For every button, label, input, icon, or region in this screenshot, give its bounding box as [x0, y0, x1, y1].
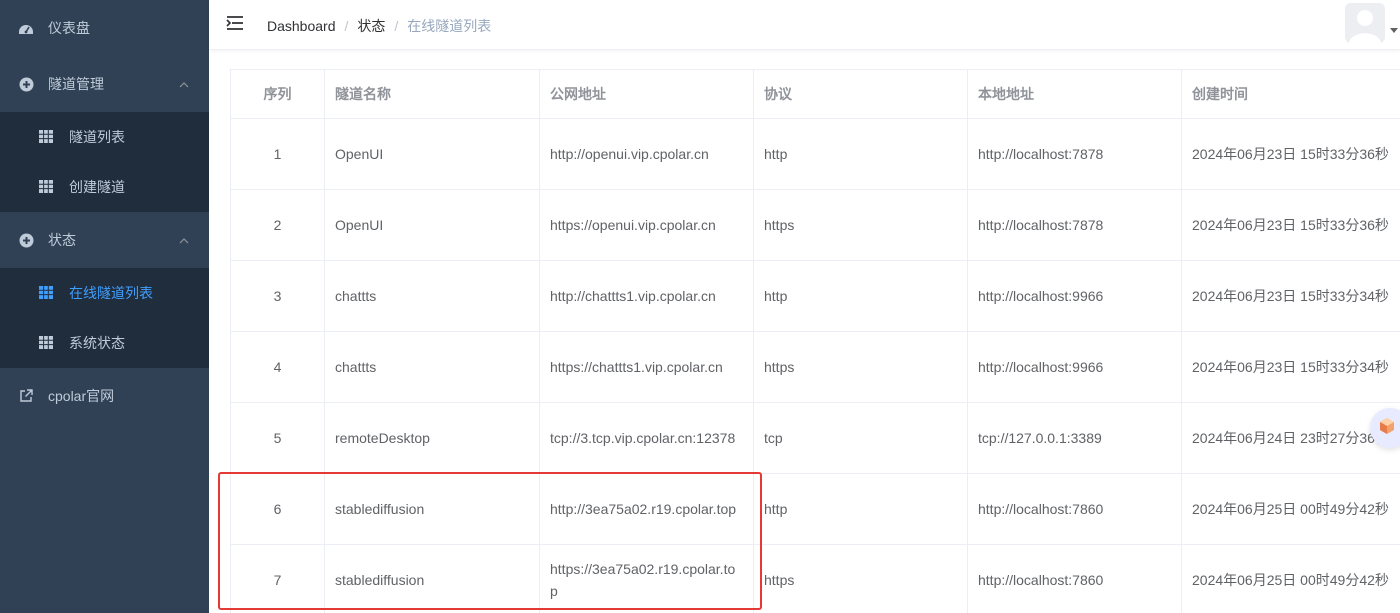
cell-created-time: 2024年06月23日 15时33分36秒: [1181, 189, 1400, 261]
cell-tunnel-name: stablediffusion: [324, 544, 540, 613]
cell-created-time: 2024年06月25日 00时49分42秒: [1181, 473, 1400, 545]
column-header: 公网地址: [539, 69, 754, 119]
table-row: 7 stablediffusion https://3ea75a02.r19.c…: [230, 544, 1400, 613]
cell-public-url: http://chattts1.vip.cpolar.cn: [539, 260, 754, 332]
cell-public-url: http://openui.vip.cpolar.cn: [539, 118, 754, 190]
caret-down-icon[interactable]: [1390, 28, 1398, 33]
cell-created-time: 2024年06月24日 23时27分36秒: [1181, 402, 1400, 474]
cell-protocol: http: [753, 118, 968, 190]
column-header: 隧道名称: [324, 69, 540, 119]
sidebar-item-system-status[interactable]: 系统状态: [0, 318, 209, 368]
column-header: 本地地址: [967, 69, 1182, 119]
table-row: 1 OpenUI http://openui.vip.cpolar.cn htt…: [230, 118, 1400, 190]
tunnel-table-container: 序列 隧道名称 公网地址 协议 本地地址 创建时间 1 OpenUI http:…: [230, 69, 1400, 613]
cell-index: 1: [230, 118, 325, 190]
grid-icon: [39, 130, 53, 144]
circle-plus-icon: [18, 232, 34, 248]
breadcrumb: Dashboard / 状态 / 在线隧道列表: [267, 16, 491, 36]
menu-cpolar-website[interactable]: cpolar官网: [0, 368, 209, 424]
circle-plus-icon: [18, 76, 34, 92]
hamburger-icon[interactable]: [226, 15, 244, 33]
status-submenu: 在线隧道列表 系统状态: [0, 268, 209, 368]
cell-local-address: http://localhost:9966: [967, 331, 1182, 403]
table-row: 4 chattts https://chattts1.vip.cpolar.cn…: [230, 331, 1400, 403]
tunnel-management-submenu: 隧道列表 创建隧道: [0, 112, 209, 212]
sidebar-item-label: 创建隧道: [69, 179, 125, 195]
dashboard-icon: [18, 20, 34, 36]
menu-tunnel-management[interactable]: 隧道管理: [0, 56, 209, 112]
column-header: 序列: [230, 69, 325, 119]
sidebar-item-label: 在线隧道列表: [69, 285, 153, 301]
tunnel-table: 序列 隧道名称 公网地址 协议 本地地址 创建时间 1 OpenUI http:…: [230, 69, 1400, 613]
table-header-row: 序列 隧道名称 公网地址 协议 本地地址 创建时间: [230, 69, 1400, 119]
table-row: 6 stablediffusion http://3ea75a02.r19.cp…: [230, 473, 1400, 545]
cell-index: 3: [230, 260, 325, 332]
cell-created-time: 2024年06月23日 15时33分36秒: [1181, 118, 1400, 190]
grid-icon: [39, 336, 53, 350]
column-header: 协议: [753, 69, 968, 119]
cell-public-url: tcp://3.tcp.vip.cpolar.cn:12378: [539, 402, 754, 474]
breadcrumb-current: 在线隧道列表: [407, 18, 492, 34]
cell-index: 2: [230, 189, 325, 261]
cell-protocol: http: [753, 473, 968, 545]
cell-tunnel-name: chattts: [324, 331, 540, 403]
cell-tunnel-name: remoteDesktop: [324, 402, 540, 474]
cell-protocol: https: [753, 331, 968, 403]
table-row: 5 remoteDesktop tcp://3.tcp.vip.cpolar.c…: [230, 402, 1400, 474]
chevron-up-icon: [179, 233, 189, 247]
cell-public-url: http://3ea75a02.r19.cpolar.top: [539, 473, 754, 545]
grid-icon: [39, 286, 53, 300]
avatar[interactable]: [1345, 3, 1385, 43]
user-avatar-icon: [1345, 3, 1385, 43]
cube-icon: [1378, 417, 1396, 440]
cell-public-url: https://openui.vip.cpolar.cn: [539, 189, 754, 261]
breadcrumb-separator: /: [344, 18, 349, 34]
sidebar-item-tunnel-list[interactable]: 隧道列表: [0, 112, 209, 162]
cell-index: 7: [230, 544, 325, 613]
cell-local-address: http://localhost:7860: [967, 544, 1182, 613]
cell-protocol: http: [753, 260, 968, 332]
navbar: Dashboard / 状态 / 在线隧道列表: [209, 0, 1400, 50]
cell-local-address: http://localhost:7878: [967, 189, 1182, 261]
cell-created-time: 2024年06月23日 15时33分34秒: [1181, 331, 1400, 403]
cell-created-time: 2024年06月25日 00时49分42秒: [1181, 544, 1400, 613]
cell-tunnel-name: chattts: [324, 260, 540, 332]
external-link-icon: [18, 388, 34, 404]
sidebar: 仪表盘 隧道管理 隧道列表 创建隧道 状态 在线隧道列表 系统状态 cpolar…: [0, 0, 209, 613]
cell-local-address: tcp://127.0.0.1:3389: [967, 402, 1182, 474]
menu-tunnel-management-label: 隧道管理: [48, 76, 104, 92]
menu-dashboard-label: 仪表盘: [48, 20, 90, 36]
cell-created-time: 2024年06月23日 15时33分34秒: [1181, 260, 1400, 332]
grid-icon: [39, 180, 53, 194]
column-header: 创建时间: [1181, 69, 1400, 119]
cell-protocol: tcp: [753, 402, 968, 474]
menu-status[interactable]: 状态: [0, 212, 209, 268]
cell-tunnel-name: stablediffusion: [324, 473, 540, 545]
menu-dashboard[interactable]: 仪表盘: [0, 0, 209, 56]
table-row: 2 OpenUI https://openui.vip.cpolar.cn ht…: [230, 189, 1400, 261]
cell-tunnel-name: OpenUI: [324, 189, 540, 261]
menu-status-label: 状态: [48, 232, 76, 248]
cell-local-address: http://localhost:7860: [967, 473, 1182, 545]
sidebar-item-label: 系统状态: [69, 335, 125, 351]
cell-index: 4: [230, 331, 325, 403]
cell-local-address: http://localhost:7878: [967, 118, 1182, 190]
sidebar-item-label: 隧道列表: [69, 129, 125, 145]
sidebar-item-online-tunnels[interactable]: 在线隧道列表: [0, 268, 209, 318]
breadcrumb-status[interactable]: 状态: [357, 16, 385, 36]
breadcrumb-dashboard[interactable]: Dashboard: [267, 18, 336, 34]
cell-tunnel-name: OpenUI: [324, 118, 540, 190]
cell-public-url: https://chattts1.vip.cpolar.cn: [539, 331, 754, 403]
cell-index: 6: [230, 473, 325, 545]
cell-protocol: https: [753, 189, 968, 261]
cell-public-url: https://3ea75a02.r19.cpolar.top: [539, 544, 754, 613]
table-row: 3 chattts http://chattts1.vip.cpolar.cn …: [230, 260, 1400, 332]
sidebar-item-create-tunnel[interactable]: 创建隧道: [0, 162, 209, 212]
chevron-up-icon: [179, 77, 189, 91]
cell-index: 5: [230, 402, 325, 474]
breadcrumb-separator: /: [394, 18, 399, 34]
cell-local-address: http://localhost:9966: [967, 260, 1182, 332]
cell-protocol: https: [753, 544, 968, 613]
menu-cpolar-website-label: cpolar官网: [48, 388, 115, 404]
